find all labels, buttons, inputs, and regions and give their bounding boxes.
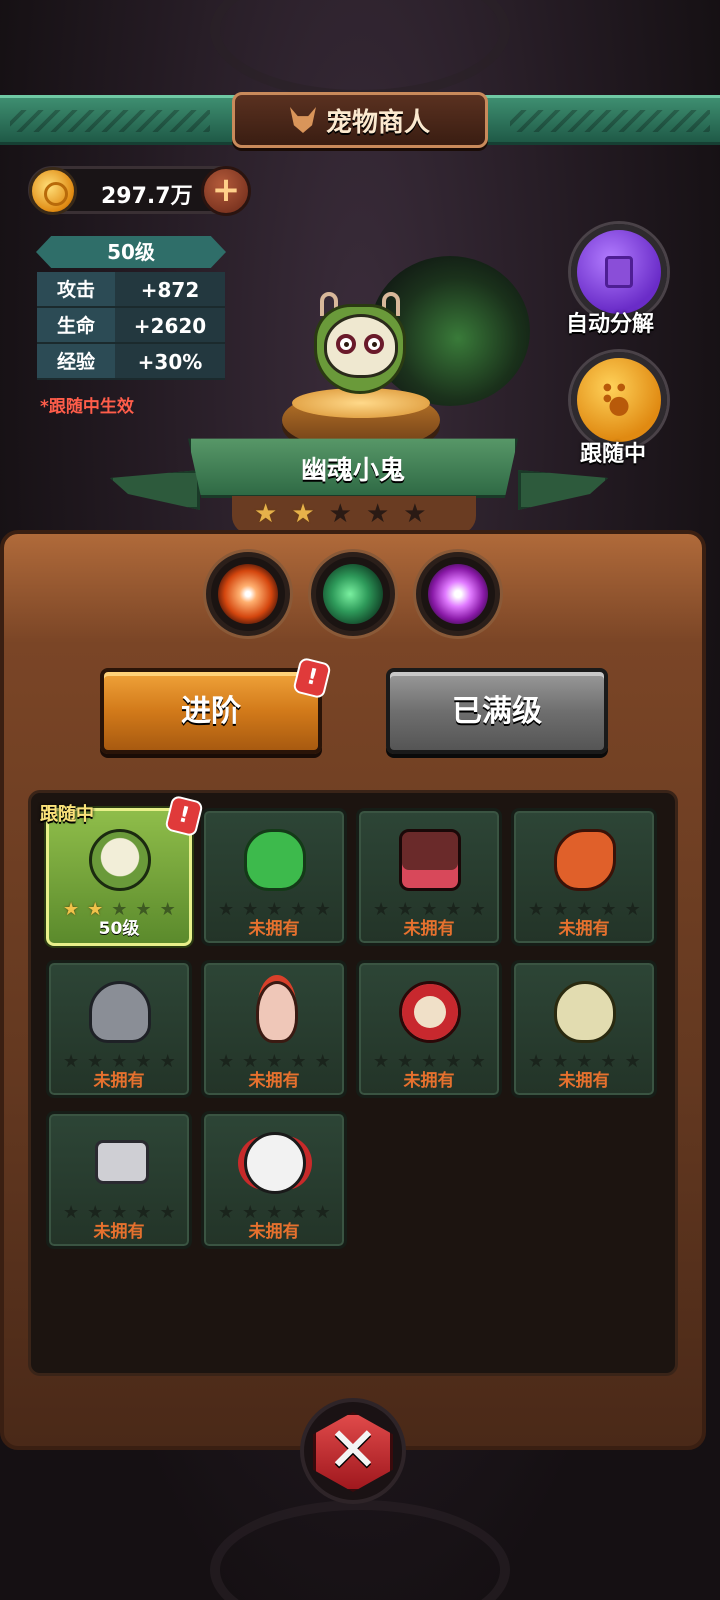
chat-skill-icon xyxy=(428,564,488,624)
following-tag: 跟随中 xyxy=(40,804,94,825)
skill-slot-3[interactable] xyxy=(416,552,500,636)
pet-card[interactable]: ★ ★ ★ ★ ★ 未拥有 xyxy=(511,808,657,946)
title-plaque: 宠物商人 xyxy=(232,92,488,148)
star-icon: ★ xyxy=(365,499,390,529)
egg-pet-icon xyxy=(554,981,616,1043)
pet-stats-table: 攻击 +872 生命 +2620 经验 +30% xyxy=(37,272,225,380)
star-icon: ★ xyxy=(403,499,427,529)
pet-card[interactable]: ★ ★ ★ ★ ★ 未拥有 xyxy=(511,960,657,1098)
currency-amount: 297.7万 xyxy=(101,184,193,209)
chest-pet-icon xyxy=(399,829,461,891)
stat-value: +872 xyxy=(115,272,225,306)
skill-slot-2[interactable] xyxy=(311,552,395,636)
decompose-icon xyxy=(605,256,633,288)
stat-label: 经验 xyxy=(37,344,115,378)
pet-card-status: 未拥有 xyxy=(558,919,610,939)
background-ornament xyxy=(210,1500,510,1600)
plus-icon: + xyxy=(211,170,241,210)
selected-pet-image xyxy=(310,292,410,396)
stat-row-exp: 经验 +30% xyxy=(37,344,225,380)
pet-eye xyxy=(364,334,384,354)
ghost-pet-icon xyxy=(89,829,151,891)
stat-label: 生命 xyxy=(37,308,115,342)
pet-card-status: 未拥有 xyxy=(248,1071,300,1091)
pet-card[interactable]: ★ ★ ★ ★ ★ 未拥有 xyxy=(356,960,502,1098)
pet-level-tag: 50级 xyxy=(36,236,226,268)
pet-card-status: 50级 xyxy=(98,919,140,939)
stat-value: +2620 xyxy=(115,308,225,342)
follow-label: 跟随中 xyxy=(580,442,647,467)
pet-merchant-screen: 宠物商人 297.7万 + 50级 攻击 +872 生命 +2620 经验 +3… xyxy=(0,0,720,1600)
stat-row-health: 生命 +2620 xyxy=(37,308,225,344)
stat-label: 攻击 xyxy=(37,272,115,306)
close-icon[interactable]: ✕ xyxy=(313,1410,393,1490)
follow-toggle-button[interactable] xyxy=(571,352,667,448)
ribbon-tail-right xyxy=(518,470,608,510)
pet-card[interactable]: ★ ★ ★ ★ ★ 未拥有 xyxy=(356,808,502,946)
selected-pet-name: 幽魂小鬼 xyxy=(300,456,405,486)
pet-eye xyxy=(336,334,356,354)
dragon-pet-icon xyxy=(554,829,616,891)
knight-pet-icon xyxy=(89,981,151,1043)
stat-value: +30% xyxy=(115,344,225,378)
pet-card-status: 未拥有 xyxy=(93,1222,145,1242)
glove-pet-icon xyxy=(95,1140,149,1184)
coin-icon xyxy=(29,167,77,215)
max-level-button[interactable]: 已满级 xyxy=(386,668,608,754)
selected-pet-stars: ★ ★ ★ ★ ★ xyxy=(254,499,427,529)
pet-card-status: 未拥有 xyxy=(403,1071,455,1091)
burst-skill-icon xyxy=(218,564,278,624)
skill-slot-1[interactable] xyxy=(206,552,290,636)
advance-button[interactable]: 进阶 xyxy=(100,668,322,754)
ribbon-tail-left xyxy=(110,470,200,510)
duck-pet-icon xyxy=(244,829,306,891)
background-ornament xyxy=(210,0,510,100)
pet-card-status: 未拥有 xyxy=(558,1071,610,1091)
paw-icon xyxy=(603,382,633,416)
pet-card-status: 未拥有 xyxy=(403,919,455,939)
page-title: 宠物商人 xyxy=(325,107,430,138)
pet-card-status: 未拥有 xyxy=(248,1222,300,1242)
stats-note: *跟随中生效 xyxy=(40,397,134,417)
daruma-pet-icon xyxy=(399,981,461,1043)
star-icon: ★ xyxy=(291,499,315,529)
star-icon: ★ xyxy=(254,499,278,529)
pet-head xyxy=(324,314,398,378)
clown-pet-icon xyxy=(244,1132,306,1194)
auto-decompose-label: 自动分解 xyxy=(566,312,655,337)
slash-skill-icon xyxy=(323,564,383,624)
chicken-pet-icon xyxy=(256,981,298,1043)
pet-card[interactable]: ★ ★ ★ ★ ★ 未拥有 xyxy=(201,960,347,1098)
pet-card[interactable]: ★ ★ ★ ★ ★ 未拥有 xyxy=(46,960,192,1098)
pet-card-status: 未拥有 xyxy=(93,1071,145,1091)
pet-card[interactable]: ★ ★ ★ ★ ★ 未拥有 xyxy=(201,808,347,946)
stat-row-attack: 攻击 +872 xyxy=(37,272,225,308)
pet-card[interactable]: ★ ★ ★ ★ ★ 未拥有 xyxy=(46,1111,192,1249)
pet-card[interactable]: ★ ★ ★ ★ ★ 未拥有 xyxy=(201,1111,347,1249)
pet-card-status: 未拥有 xyxy=(248,919,300,939)
fox-icon xyxy=(289,107,316,133)
star-icon: ★ xyxy=(328,499,352,529)
add-currency-button[interactable]: + xyxy=(201,166,251,216)
currency-bar: 297.7万 + xyxy=(28,166,251,216)
